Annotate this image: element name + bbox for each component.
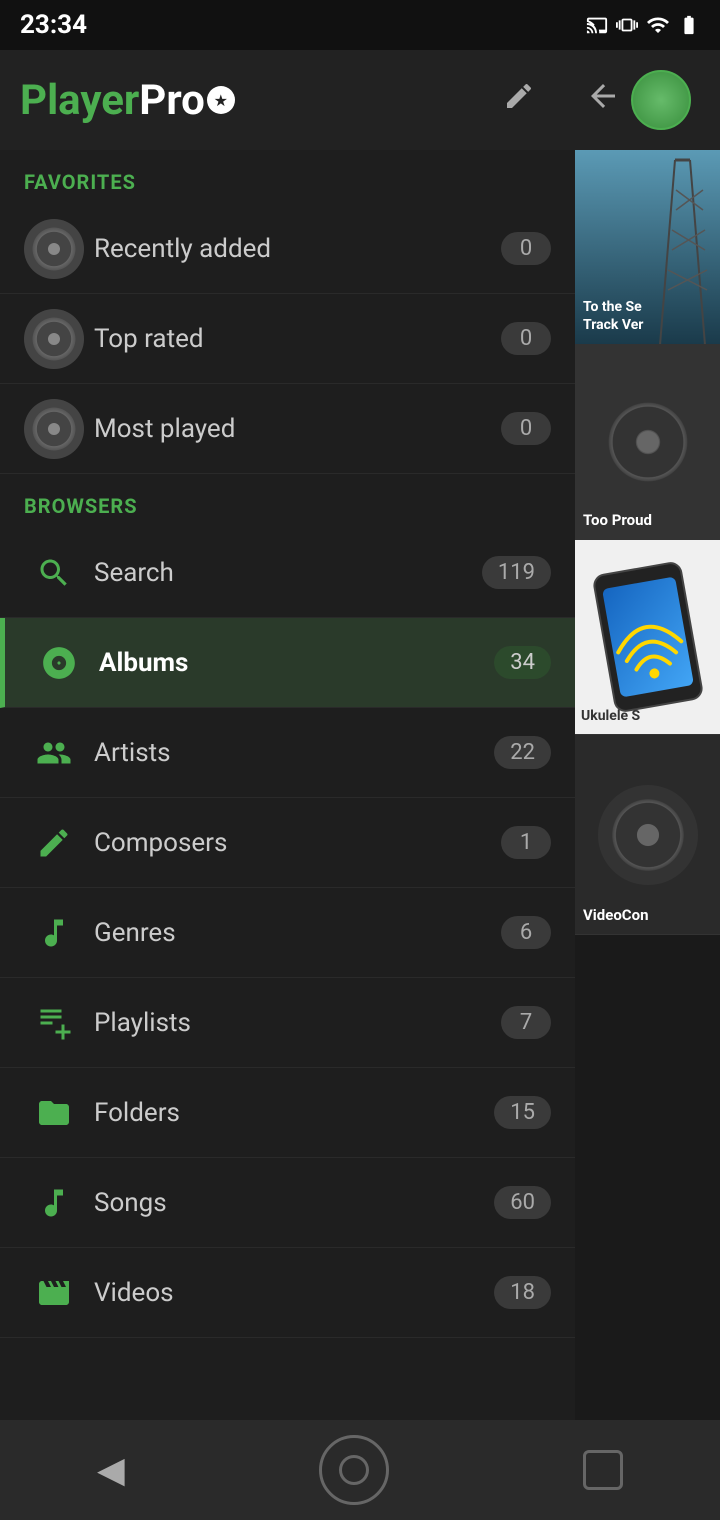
composers-label: Composers — [94, 828, 501, 858]
app-header: Player Pro ★ — [0, 50, 575, 150]
main-container: Player Pro ★ FAVORITES Recently added 0 — [0, 50, 720, 1420]
top-rated-badge: 0 — [501, 322, 551, 355]
browsers-header: BROWSERS — [0, 474, 575, 528]
card-too-proud[interactable]: Too Proud — [575, 345, 720, 540]
songs-label: Songs — [94, 1188, 494, 1218]
videos-label: Videos — [94, 1278, 494, 1308]
most-played-label: Most played — [94, 414, 501, 444]
home-nav-inner — [339, 1455, 369, 1485]
menu-item-search[interactable]: Search 119 — [0, 528, 575, 618]
back-button[interactable] — [585, 78, 621, 122]
logo-player-text: Player — [20, 76, 139, 125]
artists-label: Artists — [94, 738, 494, 768]
status-bar: 23:34 — [0, 0, 720, 50]
composers-badge: 1 — [501, 826, 551, 859]
menu-item-playlists[interactable]: Playlists 7 — [0, 978, 575, 1068]
right-panel-header — [575, 50, 720, 150]
menu-item-most-played[interactable]: Most played 0 — [0, 384, 575, 474]
playlists-badge: 7 — [501, 1006, 551, 1039]
avatar — [631, 70, 691, 130]
search-badge: 119 — [482, 556, 551, 589]
videos-icon — [24, 1275, 84, 1311]
vinyl-center-dot2 — [637, 824, 659, 846]
status-icons — [586, 13, 700, 37]
favorites-header: FAVORITES — [0, 150, 575, 204]
vinyl-disc-large — [593, 387, 703, 497]
home-nav-button[interactable] — [319, 1435, 389, 1505]
phone-device-image — [591, 560, 704, 714]
albums-icon — [29, 644, 89, 682]
vinyl-center — [48, 243, 60, 255]
videos-badge: 18 — [494, 1276, 551, 1309]
vinyl-icon-most-played — [24, 399, 84, 459]
songs-icon — [24, 1185, 84, 1221]
back-nav-button[interactable]: ◀ — [97, 1449, 125, 1491]
menu-item-albums[interactable]: Albums 34 — [0, 618, 575, 708]
recently-added-label: Recently added — [94, 234, 501, 264]
most-played-badge: 0 — [501, 412, 551, 445]
status-time: 23:34 — [20, 10, 87, 40]
edit-button[interactable] — [503, 79, 535, 121]
vinyl-center-dot — [637, 431, 659, 453]
vinyl-icon-top-rated — [24, 309, 84, 369]
recently-added-badge: 0 — [501, 232, 551, 265]
vibrate-icon — [616, 14, 638, 36]
playlists-label: Playlists — [94, 1008, 501, 1038]
menu-item-composers[interactable]: Composers 1 — [0, 798, 575, 888]
right-panel: To the Se Track Ver Too Proud — [575, 50, 720, 1420]
card1-label: To the Se Track Ver — [583, 298, 643, 334]
card-videocon[interactable]: VideoCon — [575, 735, 720, 935]
vinyl-icon-recently-added — [24, 219, 84, 279]
menu-item-videos[interactable]: Videos 18 — [0, 1248, 575, 1338]
cast-icon — [586, 14, 608, 36]
logo-star-icon: ★ — [207, 86, 235, 114]
menu-item-songs[interactable]: Songs 60 — [0, 1158, 575, 1248]
wifi-waves-svg — [602, 576, 694, 697]
playlists-icon — [24, 1005, 84, 1041]
vinyl-center — [48, 423, 60, 435]
drawer: Player Pro ★ FAVORITES Recently added 0 — [0, 50, 575, 1420]
card2-label: Too Proud — [583, 511, 652, 529]
folders-badge: 15 — [494, 1096, 551, 1129]
menu-item-top-rated[interactable]: Top rated 0 — [0, 294, 575, 384]
top-rated-label: Top rated — [94, 324, 501, 354]
vinyl-disc-large2 — [598, 785, 698, 885]
wifi-icon — [646, 13, 670, 37]
genres-icon — [24, 915, 84, 951]
vinyl-center — [48, 333, 60, 345]
logo-pro-text: Pro — [139, 76, 205, 125]
folders-label: Folders — [94, 1098, 494, 1128]
artists-badge: 22 — [494, 736, 551, 769]
songs-badge: 60 — [494, 1186, 551, 1219]
genres-label: Genres — [94, 918, 501, 948]
card-to-the-sea[interactable]: To the Se Track Ver — [575, 150, 720, 345]
albums-badge: 34 — [494, 646, 551, 679]
artists-icon — [24, 735, 84, 771]
card3-label: Ukulele S — [581, 708, 640, 724]
composers-icon — [24, 825, 84, 861]
card-ukulele[interactable]: Ukulele S — [575, 540, 720, 735]
logo: Player Pro ★ — [20, 76, 503, 125]
menu-item-artists[interactable]: Artists 22 — [0, 708, 575, 798]
menu-item-genres[interactable]: Genres 6 — [0, 888, 575, 978]
search-label: Search — [94, 558, 482, 588]
battery-icon — [678, 14, 700, 36]
albums-label: Albums — [99, 648, 494, 678]
genres-badge: 6 — [501, 916, 551, 949]
menu-item-folders[interactable]: Folders 15 — [0, 1068, 575, 1158]
folders-icon — [24, 1095, 84, 1131]
phone-screen — [602, 576, 694, 697]
recent-apps-button[interactable] — [583, 1450, 623, 1490]
bottom-nav: ◀ — [0, 1420, 720, 1520]
card4-label: VideoCon — [583, 906, 648, 924]
search-icon — [24, 555, 84, 591]
menu-item-recently-added[interactable]: Recently added 0 — [0, 204, 575, 294]
